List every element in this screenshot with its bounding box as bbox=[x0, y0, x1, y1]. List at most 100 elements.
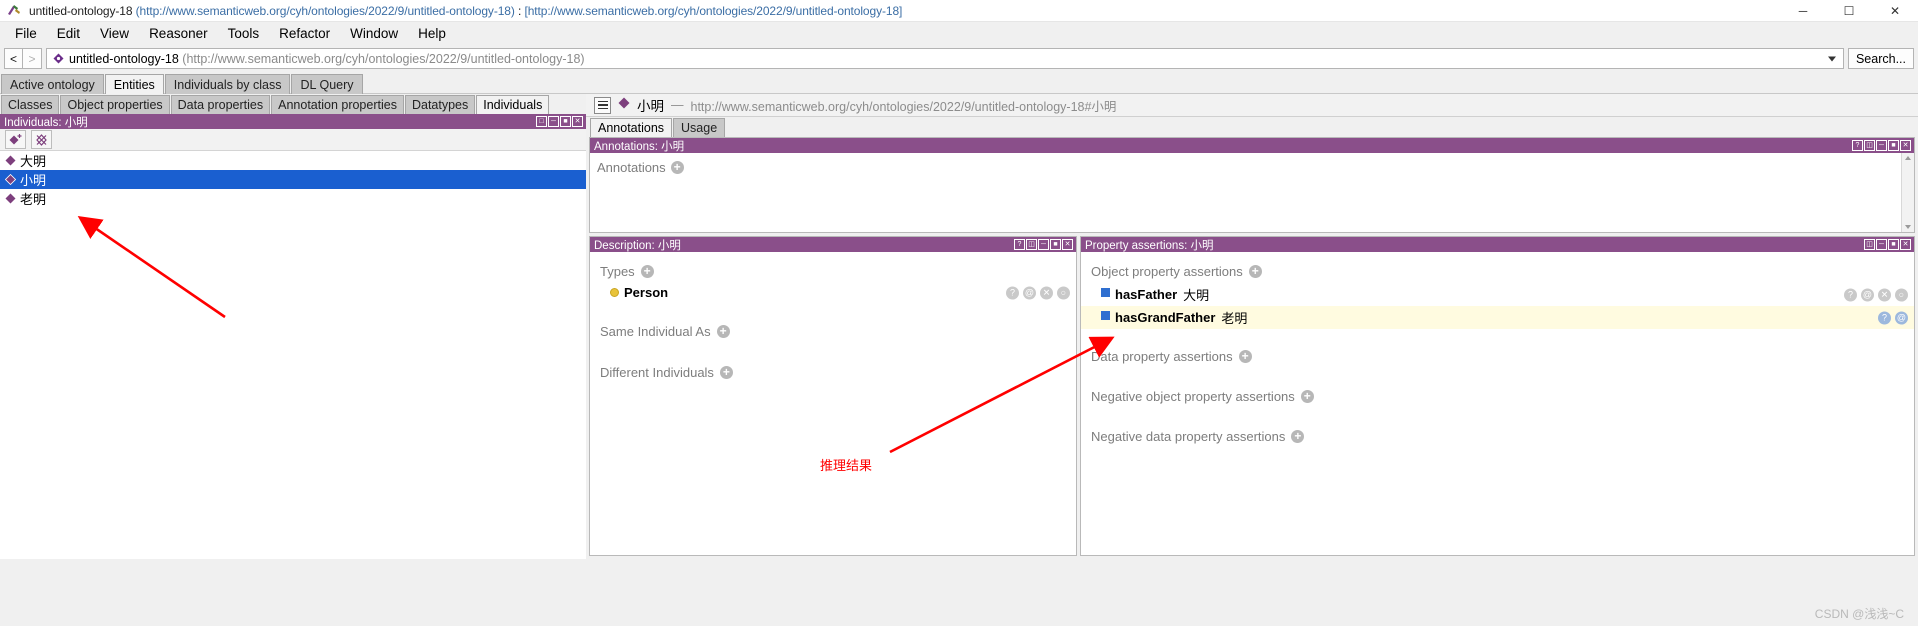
edit-icon[interactable]: ○ bbox=[1057, 286, 1070, 299]
panel-maximize-icon[interactable]: ■ bbox=[560, 116, 571, 127]
panel-close-icon[interactable]: ✕ bbox=[1900, 140, 1911, 151]
edit-icon[interactable]: ○ bbox=[1895, 288, 1908, 301]
object-property-assertion-row[interactable]: hasGrandFather 老明 ? @ bbox=[1081, 306, 1914, 329]
tab-annotations[interactable]: Annotations bbox=[590, 118, 673, 137]
assertion-value: 老明 bbox=[1221, 311, 1248, 326]
list-item[interactable]: 大明 bbox=[0, 151, 586, 170]
individual-diamond-icon bbox=[5, 155, 16, 166]
delete-individual-icon[interactable] bbox=[31, 130, 52, 149]
add-negative-data-property-assertion-icon[interactable]: + bbox=[1291, 430, 1305, 443]
panel-help-icon[interactable]: ? bbox=[1014, 239, 1025, 250]
list-item[interactable]: 老明 bbox=[0, 189, 586, 208]
panel-minimize-icon[interactable]: ─ bbox=[1876, 140, 1887, 151]
menu-view[interactable]: View bbox=[90, 24, 139, 43]
object-property-assertion-row[interactable]: hasFather 大明 ? @ ✕ ○ bbox=[1081, 283, 1914, 306]
menu-edit[interactable]: Edit bbox=[47, 24, 90, 43]
property-assertions-panel-header: Property assertions: 小明 ◫ ─ ■ ✕ bbox=[1081, 237, 1914, 252]
explain-icon[interactable]: ? bbox=[1878, 311, 1891, 324]
panel-close-icon[interactable]: ✕ bbox=[1062, 239, 1073, 250]
list-item-label: 小明 bbox=[20, 173, 47, 188]
ontology-selector-combo[interactable]: untitled-ontology-18 (http://www.semanti… bbox=[46, 48, 1844, 69]
panel-split-icon[interactable]: ◫ bbox=[1026, 239, 1037, 250]
property-assertions-body: Object property assertions + hasFather 大… bbox=[1081, 252, 1914, 555]
panel-minimize-icon[interactable]: ─ bbox=[1876, 239, 1887, 250]
menu-file[interactable]: File bbox=[5, 24, 47, 43]
individuals-pane: Classes Object properties Data propertie… bbox=[0, 94, 586, 559]
main-tab-bar: Active ontology Entities Individuals by … bbox=[0, 72, 1918, 94]
add-same-individual-icon[interactable]: + bbox=[716, 325, 730, 338]
group-negative-data-property-assertions: Negative data property assertions + bbox=[1081, 408, 1914, 448]
menu-bar: File Edit View Reasoner Tools Refactor W… bbox=[0, 22, 1918, 45]
panel-maximize-icon[interactable]: ■ bbox=[1050, 239, 1061, 250]
annotate-icon[interactable]: @ bbox=[1023, 286, 1036, 299]
chevron-down-icon[interactable] bbox=[1827, 56, 1836, 61]
tab-individuals[interactable]: Individuals bbox=[476, 95, 550, 114]
search-button[interactable]: Search... bbox=[1847, 48, 1914, 69]
annotate-icon[interactable]: @ bbox=[1861, 288, 1874, 301]
panel-split-icon[interactable]: ◫ bbox=[1864, 239, 1875, 250]
add-type-icon[interactable]: + bbox=[640, 265, 654, 278]
description-type-row[interactable]: Person ? @ ✕ ○ bbox=[590, 283, 1076, 302]
row-actions: ? @ ✕ ○ bbox=[1844, 288, 1908, 301]
add-different-individuals-icon[interactable]: + bbox=[719, 366, 733, 379]
add-negative-object-property-assertion-icon[interactable]: + bbox=[1300, 390, 1314, 403]
annotations-body: Annotations + bbox=[590, 153, 1914, 232]
add-object-property-assertion-icon[interactable]: + bbox=[1248, 265, 1262, 278]
assertion-value: 大明 bbox=[1183, 288, 1210, 303]
group-label: Negative object property assertions bbox=[1091, 389, 1295, 404]
tab-annotation-properties[interactable]: Annotation properties bbox=[271, 95, 404, 114]
add-individual-icon[interactable] bbox=[5, 130, 26, 149]
menu-tools[interactable]: Tools bbox=[218, 24, 270, 43]
tab-usage[interactable]: Usage bbox=[673, 118, 726, 137]
explain-icon[interactable]: ? bbox=[1844, 288, 1857, 301]
panel-minimize-icon[interactable]: ─ bbox=[1038, 239, 1049, 250]
forward-button[interactable]: > bbox=[23, 48, 42, 69]
lower-panels: Description: 小明 ? ◫ ─ ■ ✕ Types + Person… bbox=[586, 233, 1918, 559]
menu-help[interactable]: Help bbox=[408, 24, 456, 43]
panel-split-icon[interactable]: ◫ bbox=[1864, 140, 1875, 151]
maximize-button[interactable]: ☐ bbox=[1826, 0, 1872, 22]
list-item[interactable]: 小明 bbox=[0, 170, 586, 189]
close-button[interactable]: ✕ bbox=[1872, 0, 1918, 22]
tab-data-properties[interactable]: Data properties bbox=[170, 95, 271, 114]
scroll-up-icon[interactable] bbox=[1905, 156, 1911, 160]
annotate-icon[interactable]: @ bbox=[1895, 311, 1908, 324]
tab-entities[interactable]: Entities bbox=[104, 74, 164, 94]
annotations-scrollbar[interactable] bbox=[1901, 153, 1914, 232]
entity-name: 小明 bbox=[637, 99, 664, 114]
panel-help-icon[interactable]: ? bbox=[1852, 140, 1863, 151]
tab-individuals-by-class[interactable]: Individuals by class bbox=[164, 74, 291, 94]
annotation-tab-bar: Annotations Usage bbox=[586, 117, 1918, 137]
menu-reasoner[interactable]: Reasoner bbox=[139, 24, 218, 43]
panel-close-icon[interactable]: ✕ bbox=[1900, 239, 1911, 250]
individuals-panel-header: Individuals: 小明 □ ─ ■ ✕ bbox=[0, 114, 586, 129]
panel-maximize-icon[interactable]: ■ bbox=[1888, 239, 1899, 250]
description-group-different-individuals: Different Individuals + bbox=[590, 343, 1076, 384]
panel-minimize-icon[interactable]: ─ bbox=[548, 116, 559, 127]
add-annotation-icon[interactable]: + bbox=[670, 161, 684, 174]
delete-icon[interactable]: ✕ bbox=[1040, 286, 1053, 299]
tab-datatypes[interactable]: Datatypes bbox=[404, 95, 476, 114]
panel-split-icon[interactable]: □ bbox=[536, 116, 547, 127]
entity-tab-bar: Classes Object properties Data propertie… bbox=[0, 94, 586, 114]
delete-icon[interactable]: ✕ bbox=[1878, 288, 1891, 301]
panel-close-icon[interactable]: ✕ bbox=[572, 116, 583, 127]
tab-active-ontology[interactable]: Active ontology bbox=[1, 74, 104, 94]
panel-maximize-icon[interactable]: ■ bbox=[1888, 140, 1899, 151]
tab-classes[interactable]: Classes bbox=[1, 95, 60, 114]
explain-icon[interactable]: ? bbox=[1006, 286, 1019, 299]
back-button[interactable]: < bbox=[4, 48, 23, 69]
minimize-button[interactable]: ─ bbox=[1780, 0, 1826, 22]
scroll-down-icon[interactable] bbox=[1905, 225, 1911, 229]
menu-hamburger-icon[interactable] bbox=[594, 96, 611, 114]
tab-object-properties[interactable]: Object properties bbox=[60, 95, 170, 114]
individuals-list[interactable]: 大明 小明 老明 bbox=[0, 151, 586, 559]
tab-dl-query[interactable]: DL Query bbox=[291, 74, 363, 94]
menu-refactor[interactable]: Refactor bbox=[269, 24, 340, 43]
menu-window[interactable]: Window bbox=[340, 24, 408, 43]
group-label: Different Individuals bbox=[600, 365, 714, 380]
inference-result-note: 推理结果 bbox=[820, 458, 873, 473]
window-title-path: [http://www.semanticweb.org/cyh/ontologi… bbox=[524, 3, 903, 18]
add-data-property-assertion-icon[interactable]: + bbox=[1238, 350, 1252, 363]
individual-diamond-icon bbox=[5, 193, 16, 204]
